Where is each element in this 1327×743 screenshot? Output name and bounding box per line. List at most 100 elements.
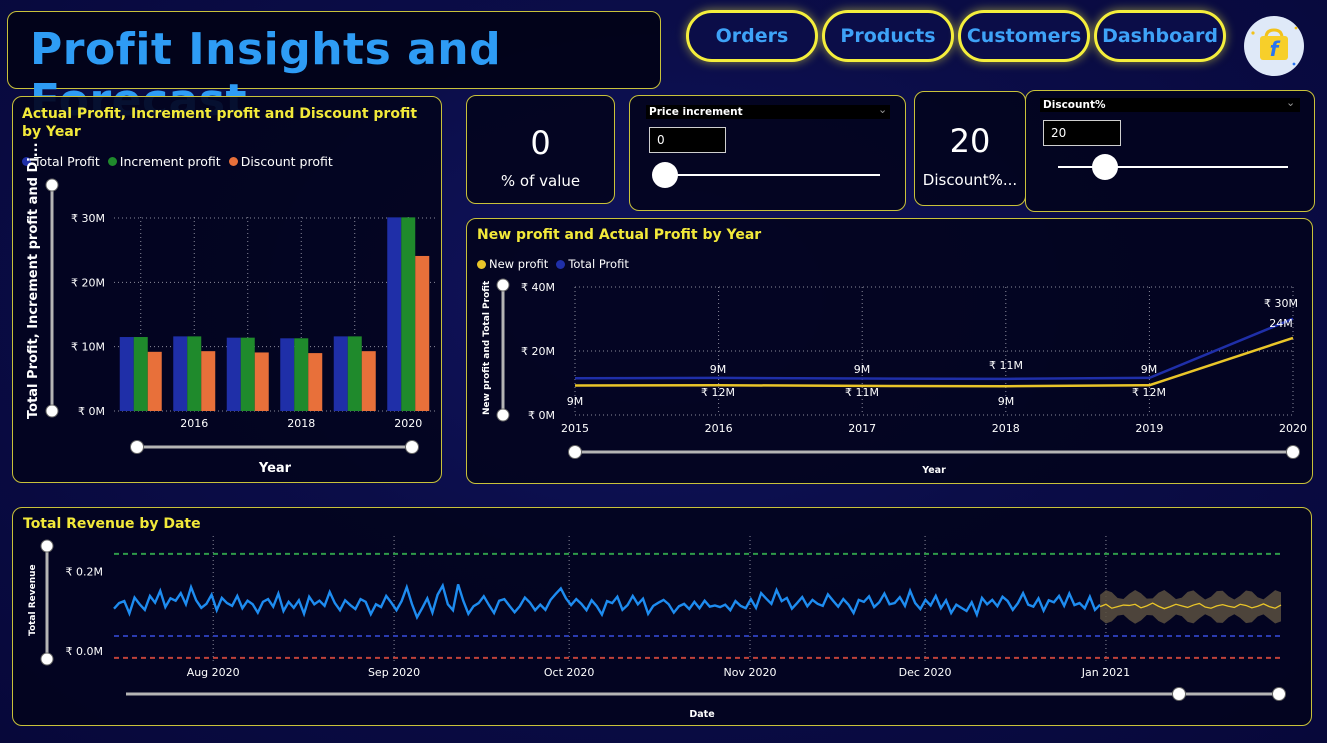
zoom-slider-handle[interactable] <box>40 539 54 553</box>
chart1-svg: Total Profit, Increment profit and Di...… <box>26 142 435 476</box>
chart1-bar-discount-profit <box>201 351 216 411</box>
zoom-slider-handle[interactable] <box>45 178 59 192</box>
discount-card-label: Discount%... <box>922 171 1018 189</box>
chart3-x-tick-label: Sep 2020 <box>368 666 420 679</box>
chart2-x-tick-label: 2018 <box>992 422 1020 435</box>
chart2-data-label: 9M <box>1141 363 1158 376</box>
chart1-bar-total-profit <box>333 336 348 411</box>
chart2-panel: New profit and Actual Profit by Year New… <box>466 218 1313 484</box>
chart2-y-tick-label: ₹ 40M <box>521 281 555 294</box>
value-card-label: % of value <box>500 172 581 190</box>
chart3-x-tick-label: Jan 2021 <box>1081 666 1130 679</box>
price-increment-input[interactable]: 0 <box>649 127 726 153</box>
chart3-x-tick-label: Dec 2020 <box>899 666 952 679</box>
discount-input[interactable]: 20 <box>1043 120 1121 146</box>
discount-slider-handle[interactable] <box>1092 154 1118 180</box>
zoom-slider-handle[interactable] <box>40 652 54 666</box>
value-card: 0 % of value <box>466 95 615 204</box>
chart3-x-axis-label: Date <box>689 709 714 720</box>
chart2-x-tick-label: 2020 <box>1279 422 1307 435</box>
chart2-data-label: ₹ 30M <box>1264 297 1298 310</box>
chevron-down-icon[interactable]: ⌄ <box>1286 96 1295 109</box>
chart2-x-tick-label: 2019 <box>1135 422 1163 435</box>
value-card-number: 0 <box>530 124 551 162</box>
zoom-slider-handle[interactable] <box>130 440 144 454</box>
chart1-bar-increment-profit <box>133 337 148 411</box>
chart1-y-axis-label: Total Profit, Increment profit and Di... <box>26 142 41 419</box>
chart3-line-total-revenue <box>113 582 1101 621</box>
chart3-x-tick-label: Nov 2020 <box>724 666 777 679</box>
zoom-slider-handle[interactable] <box>1272 687 1286 701</box>
chart2-data-label: 9M <box>998 395 1015 408</box>
chart2-data-label: 9M <box>710 363 727 376</box>
chart1-bar-discount-profit <box>415 255 430 411</box>
chart2-x-axis-label: Year <box>921 465 946 476</box>
discount-slicer-label: Discount% <box>1043 99 1106 111</box>
chart3-y-tick-label: ₹ 0.2M <box>66 566 103 579</box>
zoom-slider-handle[interactable] <box>45 404 59 418</box>
chart1-x-tick-label: 2016 <box>180 417 208 430</box>
zoom-slider-handle[interactable] <box>405 440 419 454</box>
chart2-x-tick-label: 2017 <box>848 422 876 435</box>
zoom-slider-handle[interactable] <box>496 278 510 292</box>
chevron-down-icon[interactable]: ⌄ <box>878 103 887 116</box>
chart1-bar-increment-profit <box>187 336 202 411</box>
chart1-bar-discount-profit <box>361 351 376 411</box>
chart2-data-label: ₹ 11M <box>989 359 1023 372</box>
chart3-svg: Total Revenue Date ₹ 0.0M ₹ 0.2M Aug 2020 S… <box>28 536 1286 720</box>
zoom-slider-handle[interactable] <box>496 408 510 422</box>
zoom-slider-handle[interactable] <box>568 445 582 459</box>
chart2-x-tick-label: 2016 <box>705 422 733 435</box>
chart3-x-tick-label: Aug 2020 <box>187 666 240 679</box>
chart3-panel: Total Revenue by Date Total Revenue Date… <box>12 507 1312 726</box>
chart1-bar-total-profit <box>119 337 134 411</box>
chart1-y-tick-label: ₹ 30M <box>71 212 105 225</box>
nav-dashboard-button[interactable]: Dashboard <box>1094 10 1226 62</box>
chart1-bar-total-profit <box>226 337 241 411</box>
chart1-x-tick-label: 2020 <box>394 417 422 430</box>
discount-card: 20 Discount%... <box>914 91 1026 206</box>
chart2-svg: New profit and Total Profit Year ₹ 0M ₹ 2… <box>482 278 1307 476</box>
chart2-y-tick-label: ₹ 0M <box>528 409 555 422</box>
price-increment-slicer: Price increment ⌄ 0 <box>629 95 906 211</box>
chart2-data-label: ₹ 12M <box>1132 386 1166 399</box>
price-increment-slider-handle[interactable] <box>652 162 678 188</box>
discount-slicer: Discount% ⌄ 20 <box>1025 90 1315 212</box>
chart1-bar-discount-profit <box>147 351 162 411</box>
nav-customers-button[interactable]: Customers <box>958 10 1090 62</box>
price-increment-track[interactable] <box>664 174 880 176</box>
chart2-data-label: ₹ 11M <box>845 386 879 399</box>
nav-products-button[interactable]: Products <box>822 10 954 62</box>
chart3-y-tick-label: ₹ 0.0M <box>66 645 103 658</box>
chart2-data-label: 24M <box>1269 317 1293 330</box>
chart1-panel: Actual Profit, Increment profit and Disc… <box>12 96 442 483</box>
chart2-data-label: 9M <box>854 363 871 376</box>
chart1-bar-total-profit <box>387 217 402 411</box>
chart2-data-label: 9M <box>567 395 584 408</box>
chart1-bar-discount-profit <box>254 352 269 411</box>
chart2-y-axis-label: New profit and Total Profit <box>482 280 492 415</box>
flipkart-logo-icon[interactable]: f <box>1244 16 1304 76</box>
chart1-bar-increment-profit <box>347 336 362 411</box>
chart1-y-tick-label: ₹ 20M <box>71 276 105 289</box>
zoom-slider-handle[interactable] <box>1286 445 1300 459</box>
chart2-line-total-profit <box>574 317 1294 381</box>
chart2-x-tick-label: 2015 <box>561 422 589 435</box>
chart1-bar-total-profit <box>173 336 188 411</box>
chart3-y-axis-label: Total Revenue <box>28 564 38 636</box>
chart1-y-tick-label: ₹ 10M <box>71 341 105 354</box>
chart1-bar-increment-profit <box>401 217 416 411</box>
nav-orders-button[interactable]: Orders <box>686 10 818 62</box>
chart2-y-tick-label: ₹ 20M <box>521 345 555 358</box>
title-panel: Profit Insights and Forecast <box>7 11 661 126</box>
chart1-x-tick-label: 2018 <box>287 417 315 430</box>
price-increment-label: Price increment <box>649 106 743 118</box>
chart1-bar-discount-profit <box>308 353 323 411</box>
discount-card-number: 20 <box>949 122 991 160</box>
chart1-x-axis-label: Year <box>258 461 292 476</box>
chart3-x-tick-label: Oct 2020 <box>544 666 595 679</box>
zoom-slider-handle[interactable] <box>1172 687 1186 701</box>
chart1-bar-increment-profit <box>294 338 309 411</box>
chart1-bar-total-profit <box>280 338 295 411</box>
chart1-bar-increment-profit <box>240 337 255 411</box>
